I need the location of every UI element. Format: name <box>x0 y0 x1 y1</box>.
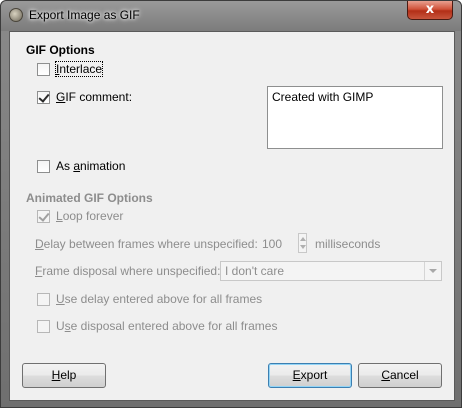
use-delay-checkbox[interactable] <box>37 293 50 306</box>
help-button[interactable]: Help <box>22 363 106 388</box>
gif-comment-textarea[interactable]: Created with GIMP <box>267 86 443 149</box>
export-button[interactable]: Export <box>268 363 352 388</box>
interlace-checkbox[interactable] <box>37 63 50 76</box>
spin-down-icon[interactable] <box>300 245 306 249</box>
gimp-app-icon <box>9 8 23 22</box>
window-title: Export Image as GIF <box>29 8 140 22</box>
gif-options-heading: GIF Options <box>26 43 95 57</box>
close-button[interactable]: x <box>407 1 453 20</box>
delay-spin-value[interactable]: 100 <box>262 237 282 251</box>
chevron-down-icon[interactable] <box>424 262 441 280</box>
loop-forever-checkbox[interactable] <box>37 210 50 223</box>
spin-up-icon[interactable] <box>300 237 306 241</box>
cancel-button[interactable]: Cancel <box>358 363 442 388</box>
use-disposal-label[interactable]: Use disposal entered above for all frame… <box>56 319 277 333</box>
as-animation-checkbox[interactable] <box>37 160 50 173</box>
use-delay-label[interactable]: Use delay entered above for all frames <box>56 292 262 306</box>
export-gif-dialog: Export Image as GIF x GIF Options Interl… <box>0 0 462 408</box>
gif-comment-label[interactable]: GIF comment: <box>56 90 132 104</box>
disposal-selected-value: I don't care <box>225 264 284 278</box>
disposal-combobox[interactable]: I don't care <box>220 261 442 281</box>
loop-forever-label[interactable]: Loop forever <box>56 209 123 223</box>
title-bar[interactable]: Export Image as GIF x <box>1 1 461 31</box>
animated-gif-options-heading: Animated GIF Options <box>26 191 153 205</box>
as-animation-label[interactable]: As animation <box>56 159 125 173</box>
delay-unit-label: milliseconds <box>315 237 381 251</box>
gif-comment-checkbox[interactable] <box>37 91 50 104</box>
delay-spinner-buttons[interactable] <box>298 233 307 253</box>
dialog-content: GIF Options Interlace GIF comment: Creat… <box>9 31 455 401</box>
delay-label: Delay between frames where unspecified: <box>35 237 258 251</box>
use-disposal-checkbox[interactable] <box>37 320 50 333</box>
disposal-label: Frame disposal where unspecified: <box>35 264 221 278</box>
interlace-label[interactable]: Interlace <box>54 61 104 77</box>
